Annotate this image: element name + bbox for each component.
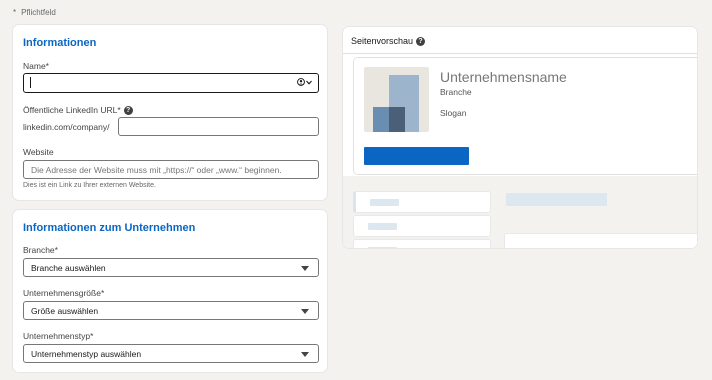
- preview-slogan: Slogan: [440, 108, 467, 118]
- name-label: Name*: [23, 61, 49, 71]
- person-visibility-icon[interactable]: [297, 78, 312, 86]
- required-text: Pflichtfeld: [21, 8, 56, 17]
- chevron-down-icon: [306, 80, 312, 85]
- company-size-select-value: Größe auswählen: [31, 306, 99, 316]
- company-type-label: Unternehmenstyp*: [23, 331, 94, 341]
- preview-header: Seitenvorschau?: [343, 27, 697, 54]
- required-field-note: * Pflichtfeld: [13, 8, 56, 17]
- website-placeholder: Die Adresse der Website muss mit „https:…: [31, 165, 282, 175]
- question-circle-icon[interactable]: ?: [123, 106, 133, 116]
- company-size-label: Unternehmensgröße*: [23, 288, 105, 298]
- text-caret: [30, 77, 31, 88]
- skeleton-nav-item: [353, 215, 491, 237]
- company-size-select[interactable]: Größe auswählen: [23, 301, 319, 320]
- caret-down-icon: [301, 352, 309, 357]
- preview-company-name: Unternehmensname: [440, 69, 567, 85]
- preview-title: Seitenvorschau?: [351, 36, 426, 47]
- skeleton-content-card: [504, 233, 697, 248]
- company-info-card: Informationen zum Unternehmen Branche* B…: [12, 209, 328, 373]
- company-type-select[interactable]: Unternehmenstyp auswählen: [23, 344, 319, 363]
- website-hint: Dies ist ein Link zu Ihrer externen Webs…: [23, 182, 156, 189]
- skeleton-nav-item: [353, 239, 491, 248]
- branche-select-value: Branche auswählen: [31, 263, 106, 273]
- caret-down-icon: [301, 266, 309, 271]
- preview-follow-button: [364, 147, 469, 165]
- branche-label: Branche*: [23, 245, 58, 255]
- question-circle-icon[interactable]: ?: [416, 37, 426, 47]
- preview-company-header: Unternehmensname Branche Slogan: [353, 57, 697, 175]
- branche-select[interactable]: Branche auswählen: [23, 258, 319, 277]
- linkedin-url-input[interactable]: [118, 117, 319, 136]
- linkedin-url-label: Öffentliche LinkedIn URL*?: [23, 105, 133, 116]
- company-section-title: Informationen zum Unternehmen: [23, 222, 196, 234]
- linkedin-url-label-text: Öffentliche LinkedIn URL*: [23, 105, 121, 115]
- info-section-title: Informationen: [23, 37, 97, 49]
- skeleton-heading-bar: [506, 193, 607, 206]
- preview-title-text: Seitenvorschau: [351, 36, 414, 46]
- info-card: Informationen Name* Öffentliche LinkedIn…: [12, 24, 328, 201]
- preview-skeleton-nav: [353, 191, 491, 248]
- required-star: *: [13, 8, 17, 17]
- company-logo-placeholder: [364, 67, 429, 132]
- page-preview-card: Seitenvorschau? Unternehmensname Branche…: [342, 26, 698, 249]
- website-label: Website: [23, 147, 54, 157]
- website-input[interactable]: Die Adresse der Website muss mit „https:…: [23, 160, 319, 179]
- caret-down-icon: [301, 309, 309, 314]
- preview-branche: Branche: [440, 87, 472, 97]
- name-input[interactable]: [23, 73, 319, 93]
- skeleton-nav-item: [353, 191, 491, 213]
- linkedin-url-prefix: linkedin.com/company/: [23, 122, 110, 132]
- company-type-select-value: Unternehmenstyp auswählen: [31, 349, 142, 359]
